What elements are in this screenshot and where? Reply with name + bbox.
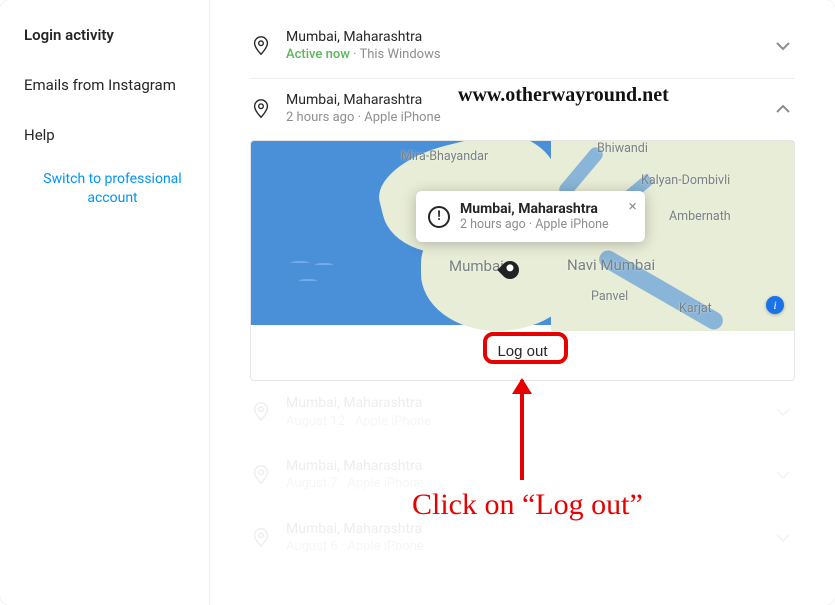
map-label: Navi Mumbai [567,256,655,274]
map-label: Kalyan-Dombivli [641,173,730,188]
map-label: Mira-Bhayandar [401,149,488,164]
popup-title: Mumbai, Maharashtra [460,201,609,217]
session-map[interactable]: Mira-Bhayandar Bhiwandi Kalyan-Dombivli … [251,141,794,325]
map-popup: ! Mumbai, Maharashtra 2 hours ago · Appl… [416,191,645,242]
location-pin-icon [250,527,272,549]
chevron-down-icon[interactable] [771,526,795,550]
sidebar-item-login-activity[interactable]: Login activity [24,20,201,50]
active-now-badge: Active now [286,47,350,62]
chevron-down-icon[interactable] [771,400,795,424]
location-pin-icon [250,464,272,486]
location-pin-icon [250,35,272,57]
sidebar: Login activity Emails from Instagram Hel… [0,0,210,605]
location-pin-icon [250,401,272,423]
switch-account-link[interactable]: Switch to professional account [24,170,201,208]
session-location: Mumbai, Maharashtra [286,28,771,46]
session-row-current: Mumbai, Maharashtra Active now · This Wi… [250,16,795,78]
session-detail-panel: Mira-Bhayandar Bhiwandi Kalyan-Dombivli … [250,140,795,381]
map-label: Ambernath [669,209,731,224]
map-label: Karjat [679,301,712,316]
logout-row: Log out [251,325,794,380]
session-meta: Active now · This Windows [286,46,771,64]
chevron-up-icon[interactable] [771,97,795,121]
chevron-down-icon[interactable] [771,463,795,487]
annotation-url: www.otherwayround.net [458,84,669,107]
map-label: Bhiwandi [597,141,648,156]
annotation-arrow [520,380,524,480]
session-meta: 2 hours ago · Apple iPhone [286,109,771,127]
popup-close-icon[interactable]: × [629,197,637,215]
sidebar-item-emails[interactable]: Emails from Instagram [24,70,201,100]
chevron-down-icon[interactable] [771,34,795,58]
logout-button[interactable]: Log out [487,339,557,364]
map-label: Mumbai [449,257,504,275]
sidebar-item-help[interactable]: Help [24,120,201,150]
alert-icon: ! [428,206,450,228]
map-label: Panvel [591,289,628,304]
popup-subtitle: 2 hours ago · Apple iPhone [460,217,609,232]
location-pin-icon [250,98,272,120]
annotation-callout: Click on “Log out” [412,488,643,522]
